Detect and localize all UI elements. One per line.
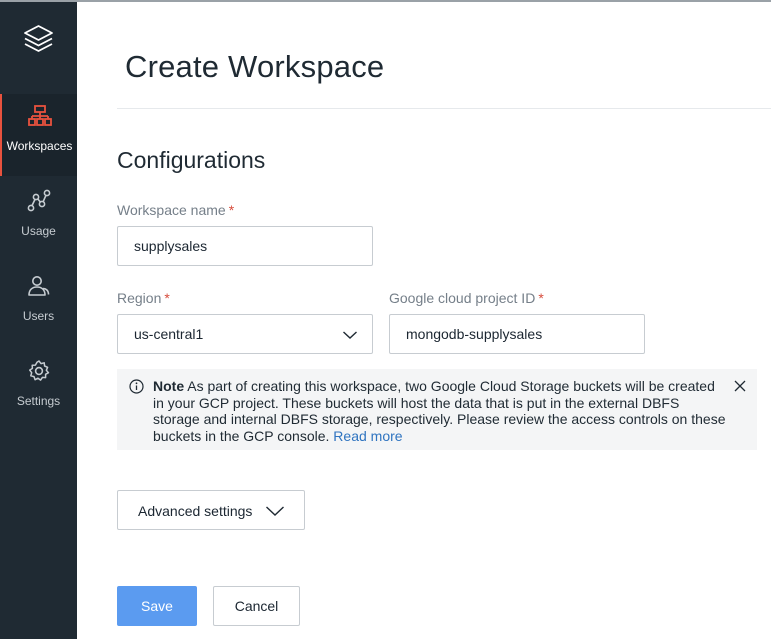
info-icon — [129, 379, 144, 394]
required-marker: * — [538, 290, 544, 306]
region-select-value: us-central1 — [134, 326, 204, 342]
title-divider — [117, 108, 771, 109]
workspace-name-input[interactable] — [117, 226, 373, 266]
page-title: Create Workspace — [125, 49, 385, 84]
cancel-button[interactable]: Cancel — [213, 586, 300, 626]
region-label: Region * — [117, 290, 170, 306]
main-content: Create Workspace Configurations Workspac… — [77, 2, 771, 639]
gcp-project-label-text: Google cloud project ID — [389, 290, 536, 306]
note-title: Note — [153, 378, 185, 394]
gcp-project-label: Google cloud project ID * — [389, 290, 544, 306]
required-marker: * — [228, 202, 235, 218]
sidebar-item-label: Usage — [21, 224, 56, 238]
usage-icon — [27, 189, 50, 212]
sidebar-item-settings[interactable]: Settings — [0, 349, 77, 431]
sidebar-item-label: Settings — [16, 394, 61, 408]
chevron-down-icon — [266, 506, 284, 516]
note-banner: Note As part of creating this workspace,… — [117, 369, 757, 450]
note-text: Note As part of creating this workspace,… — [153, 378, 728, 444]
workspace-name-label: Workspace name * — [117, 202, 234, 218]
region-select[interactable]: us-central1 — [117, 314, 373, 354]
sidebar-item-usage[interactable]: Usage — [0, 179, 77, 261]
close-icon[interactable] — [733, 379, 747, 393]
gear-icon — [28, 360, 49, 381]
layers-icon[interactable] — [22, 23, 55, 57]
section-title: Configurations — [117, 147, 266, 173]
chevron-down-icon — [343, 331, 357, 339]
advanced-settings-button[interactable]: Advanced settings — [117, 490, 305, 530]
users-icon — [27, 276, 49, 296]
advanced-settings-label: Advanced settings — [138, 503, 253, 519]
gcp-project-input[interactable] — [389, 314, 645, 354]
sidebar-item-workspaces[interactable]: Workspaces — [0, 94, 77, 176]
sidebar-item-label: Workspaces — [6, 139, 73, 153]
sidebar-item-users[interactable]: Users — [0, 264, 77, 346]
sidebar: Workspaces Usage Users Settings — [0, 2, 77, 639]
workspace-name-label-text: Workspace name — [117, 202, 226, 218]
save-button[interactable]: Save — [117, 586, 197, 626]
sidebar-item-label: Users — [22, 309, 55, 323]
region-label-text: Region — [117, 290, 162, 306]
note-body: As part of creating this workspace, two … — [153, 378, 726, 444]
workspaces-icon — [27, 105, 52, 126]
read-more-link[interactable]: Read more — [333, 428, 402, 444]
required-marker: * — [164, 290, 170, 306]
